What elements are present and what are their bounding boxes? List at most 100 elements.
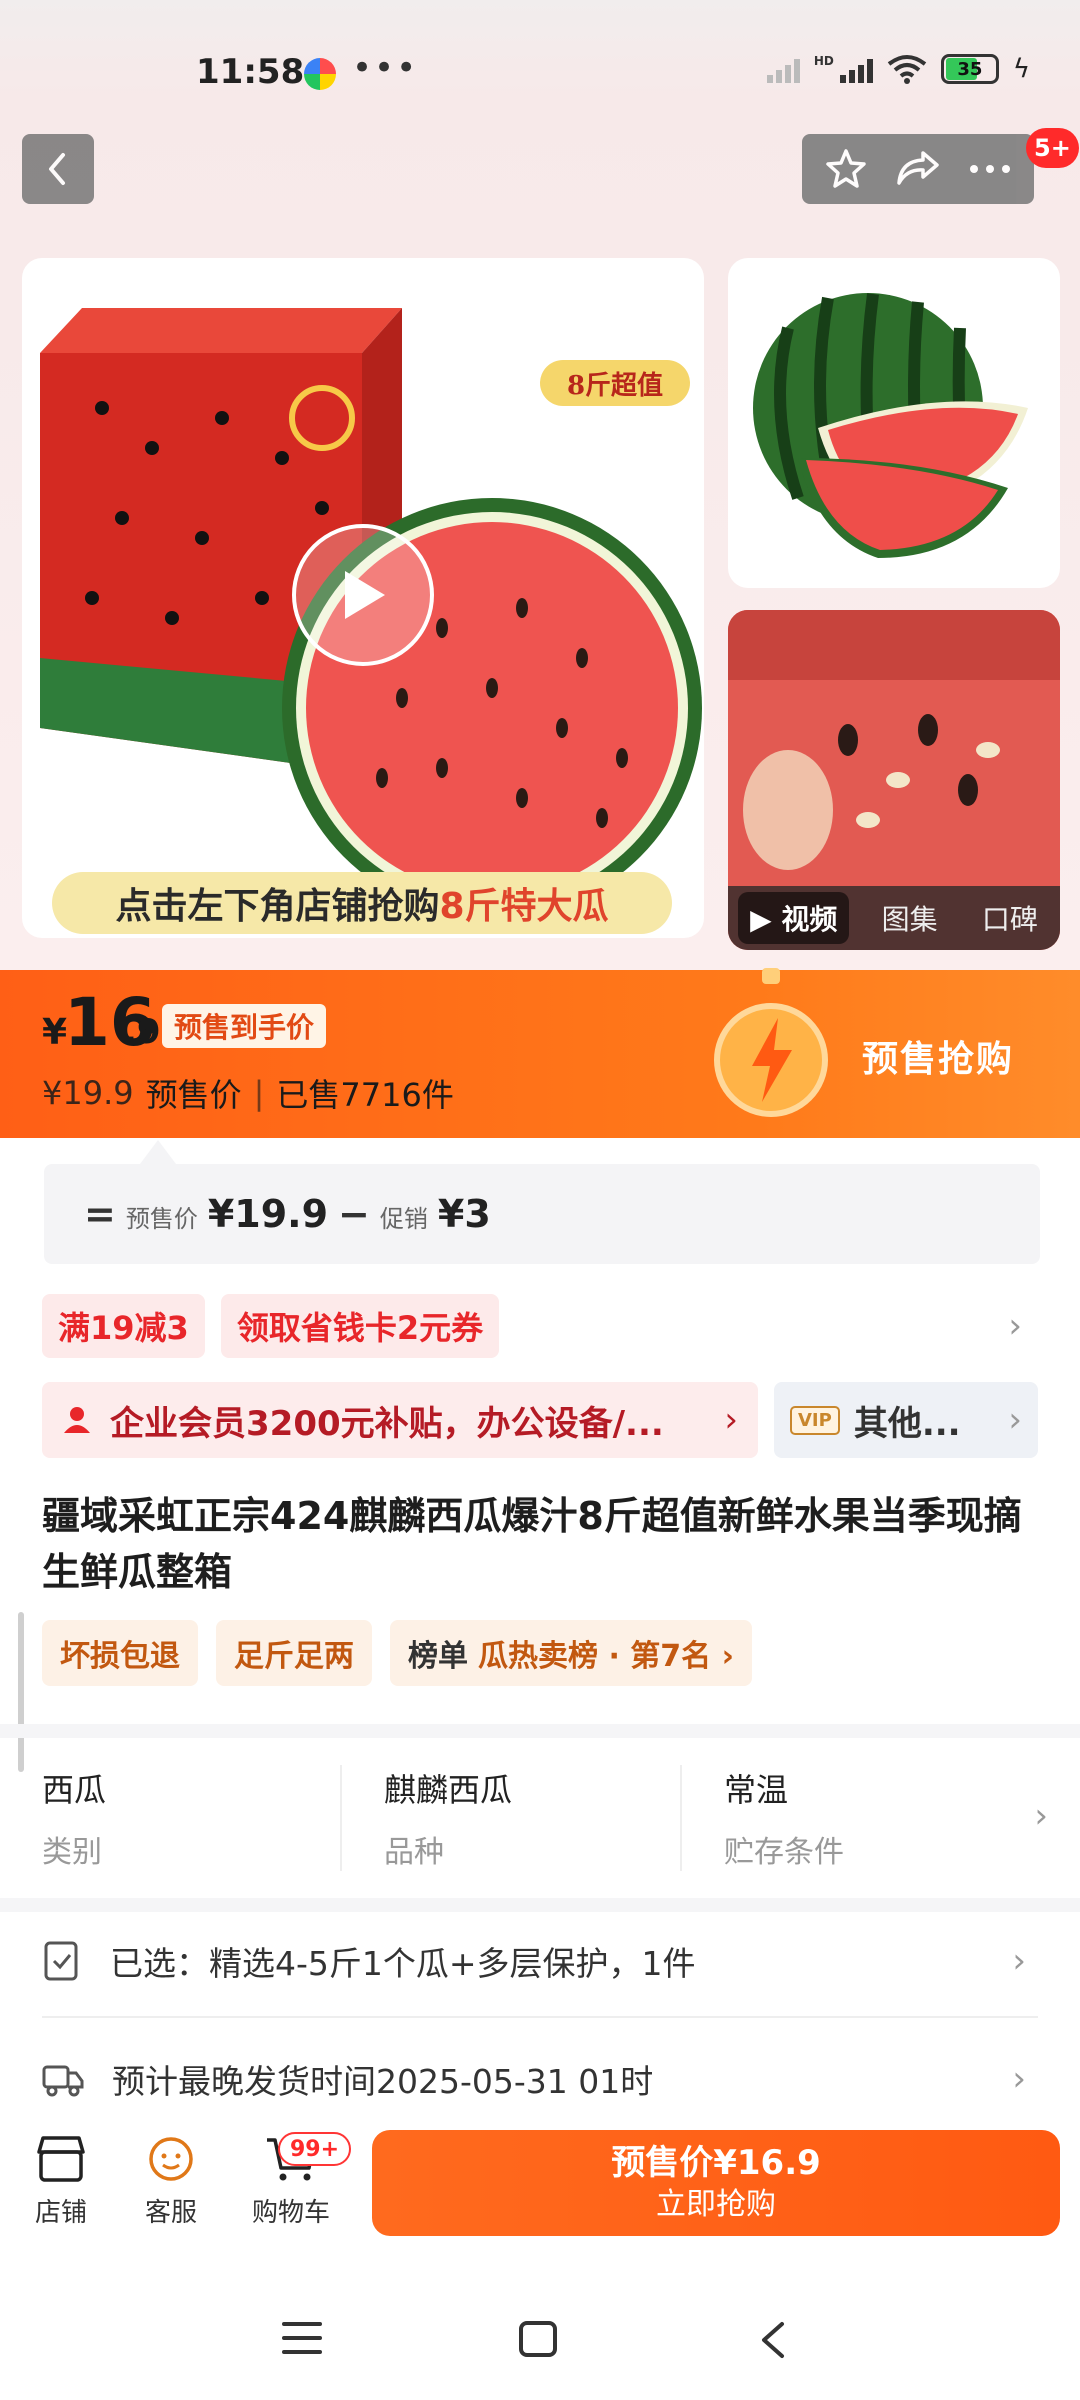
formula-label-presale: 预售价 bbox=[125, 1205, 198, 1233]
price-formula: = 预售价 ¥19.9 − 促销 ¥3 bbox=[44, 1164, 1040, 1264]
benefit-row: 企业会员3200元补贴，办公设备/... › VIP 其他... › bbox=[42, 1382, 1038, 1458]
media-tabs: ▶ 视频 图集 口碑 bbox=[728, 886, 1060, 950]
formula-equals: = bbox=[84, 1192, 116, 1236]
wifi-icon bbox=[887, 55, 927, 84]
chevron-right-icon: › bbox=[1012, 1941, 1026, 1981]
tab-reviews[interactable]: 口碑 bbox=[970, 892, 1050, 944]
tag-damage-refund: 坏损包退 bbox=[42, 1620, 198, 1686]
spec-key: 类别 bbox=[42, 1835, 102, 1870]
price-decimal: .9 bbox=[124, 1012, 161, 1052]
price-separator: | bbox=[253, 1074, 265, 1112]
battery-icon: 35 bbox=[940, 54, 999, 84]
ranking-label: 榜单 bbox=[408, 1639, 468, 1674]
buy-now-button[interactable]: 预售价¥16.9 立即抢购 bbox=[372, 2130, 1060, 2236]
status-time: 11:58 bbox=[196, 52, 305, 92]
value-badge: 8斤超值 bbox=[540, 360, 690, 406]
back-arrow-icon bbox=[49, 153, 65, 185]
share-icon[interactable] bbox=[895, 149, 941, 189]
selection-text: 已选：精选4-5斤1个瓜+多层保护，1件 bbox=[110, 1944, 696, 1983]
gallery-thumbnail-1[interactable] bbox=[728, 258, 1060, 588]
row-divider bbox=[42, 2016, 1038, 2018]
tab-video-label: 视频 bbox=[781, 903, 838, 936]
coupon-row[interactable]: 满19减3 领取省钱卡2元券 › bbox=[42, 1294, 1038, 1358]
play-icon bbox=[345, 571, 385, 619]
feature-tags: 坏损包退 足斤足两 榜单 瓜热卖榜 · 第7名 › bbox=[42, 1620, 752, 1686]
spec-value: 常温 bbox=[724, 1771, 789, 1809]
user-icon bbox=[64, 1407, 90, 1433]
spec-key: 贮存条件 bbox=[724, 1835, 844, 1870]
formula-minus: − bbox=[338, 1192, 370, 1236]
chevron-right-icon: › bbox=[1034, 1796, 1048, 1836]
spec-value: 麒麟西瓜 bbox=[384, 1771, 513, 1809]
spec-row[interactable]: 西瓜 类别 麒麟西瓜 品种 常温 贮存条件 › bbox=[0, 1738, 1080, 1898]
chevron-right-icon: › bbox=[1012, 2059, 1026, 2099]
tab-video[interactable]: ▶ 视频 bbox=[738, 892, 850, 944]
sold-count: 已售7716件 bbox=[276, 1076, 454, 1114]
whole-watermelon-illustration bbox=[753, 293, 1028, 558]
status-bar: 11:58 ••• HD 35 ϟ bbox=[0, 0, 1080, 110]
spec-key: 品种 bbox=[384, 1835, 444, 1870]
benefit-main-text: 企业会员3200元补贴，办公设备/... bbox=[110, 1403, 664, 1444]
signal-icon bbox=[766, 55, 800, 83]
tag-full-weight: 足斤足两 bbox=[216, 1620, 372, 1686]
play-video-button[interactable] bbox=[292, 524, 434, 666]
product-title: 疆域采虹正宗424麒麟西瓜爆汁8斤超值新鲜水果当季现摘生鲜瓜整箱 bbox=[42, 1494, 1022, 1594]
nav-shop[interactable]: 店铺 bbox=[16, 2134, 106, 2229]
more-notifications-icon: ••• bbox=[352, 48, 419, 88]
back-nav-icon[interactable] bbox=[758, 2320, 788, 2360]
original-price: ¥19.9 bbox=[42, 1074, 134, 1112]
price-subline: ¥19.9 预售价 | 已售7716件 bbox=[42, 1070, 454, 1116]
nav-customer-service[interactable]: 客服 bbox=[126, 2134, 216, 2229]
favorite-star-icon[interactable] bbox=[824, 147, 868, 191]
battery-level: 35 bbox=[957, 58, 983, 80]
lightning-timer-icon bbox=[714, 968, 828, 1117]
more-options-icon[interactable] bbox=[968, 163, 1012, 175]
top-actions-group bbox=[802, 134, 1034, 204]
ranking-tag[interactable]: 榜单 瓜热卖榜 · 第7名 › bbox=[390, 1620, 752, 1686]
spec-category: 西瓜 类别 bbox=[0, 1765, 340, 1871]
nav-shop-label: 店铺 bbox=[34, 2198, 87, 2228]
formula-value-presale: ¥19.9 bbox=[207, 1192, 329, 1236]
cart-count-badge: 99+ bbox=[278, 2132, 352, 2166]
checklist-icon bbox=[44, 1941, 78, 1981]
chevron-right-icon: › bbox=[1008, 1306, 1022, 1346]
caption-highlight: 8斤特大瓜 bbox=[439, 886, 609, 927]
section-divider bbox=[0, 1898, 1080, 1912]
section-divider bbox=[0, 1724, 1080, 1738]
customer-service-icon bbox=[149, 2137, 193, 2181]
nav-service-label: 客服 bbox=[144, 2198, 197, 2228]
selection-row[interactable]: 已选：精选4-5斤1个瓜+多层保护，1件 › bbox=[42, 1916, 1042, 2006]
app-notification-icon bbox=[304, 58, 336, 90]
vip-badge: VIP bbox=[790, 1405, 840, 1435]
chevron-right-icon: › bbox=[1008, 1400, 1022, 1440]
signal-icon-2 bbox=[839, 55, 873, 83]
status-indicators: HD 35 ϟ bbox=[766, 54, 1030, 84]
buy-button-price: 预售价¥16.9 bbox=[611, 2143, 821, 2183]
nav-cart-label: 购物车 bbox=[251, 2198, 330, 2228]
chevron-right-icon: › bbox=[724, 1400, 738, 1440]
menu-icon[interactable] bbox=[282, 2320, 322, 2356]
enterprise-member-benefit[interactable]: 企业会员3200元补贴，办公设备/... › bbox=[42, 1382, 758, 1458]
spec-variety: 麒麟西瓜 品种 bbox=[340, 1765, 680, 1871]
spec-value: 西瓜 bbox=[42, 1771, 107, 1809]
shop-icon bbox=[37, 2136, 85, 2182]
formula-value-promo: ¥3 bbox=[437, 1192, 491, 1236]
formula-label-promo: 促销 bbox=[379, 1205, 428, 1233]
shipping-text: 预计最晚发货时间2025-05-31 01时 bbox=[112, 2062, 654, 2101]
presale-action[interactable]: 预售抢购 bbox=[862, 1030, 1014, 1082]
home-icon[interactable] bbox=[518, 2320, 558, 2358]
coupon-discount[interactable]: 满19减3 bbox=[42, 1294, 205, 1358]
other-benefits-text: 其他... bbox=[853, 1403, 961, 1444]
notification-badge: 5+ bbox=[1026, 128, 1079, 168]
tab-gallery[interactable]: 图集 bbox=[870, 892, 950, 944]
back-button[interactable] bbox=[22, 134, 94, 204]
delivery-truck-icon bbox=[42, 2065, 84, 2097]
image-caption-banner: 点击左下角店铺抢购 8斤特大瓜 bbox=[52, 872, 672, 934]
ranking-text: 瓜热卖榜 · 第7名 › bbox=[478, 1639, 734, 1674]
caption-text: 点击左下角店铺抢购 bbox=[115, 886, 440, 927]
network-label: HD bbox=[813, 54, 834, 68]
original-price-label: 预售价 bbox=[145, 1076, 242, 1114]
other-benefits[interactable]: VIP 其他... › bbox=[774, 1382, 1038, 1458]
coupon-savings-card[interactable]: 领取省钱卡2元券 bbox=[220, 1294, 500, 1358]
price-tag: 预售到手价 bbox=[162, 1004, 327, 1048]
